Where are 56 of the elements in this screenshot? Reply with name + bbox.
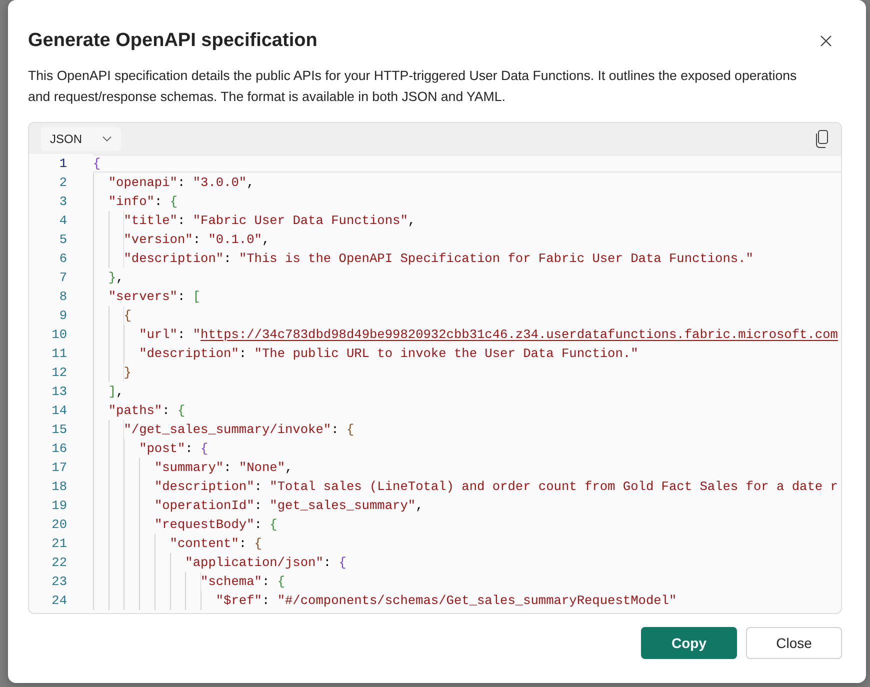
line-number: 4	[59, 213, 67, 228]
line-number: 16	[52, 441, 67, 456]
code-line: {	[93, 155, 101, 173]
line-number: 2	[59, 175, 67, 190]
code-line: "info": {	[93, 192, 178, 211]
code-line: "application/json": {	[93, 553, 346, 572]
code-line: "openapi": "3.0.0",	[93, 173, 254, 192]
line-number: 21	[52, 536, 67, 551]
close-button[interactable]	[819, 34, 833, 48]
line-number: 22	[52, 555, 67, 570]
code-line: "schema": {	[93, 572, 286, 591]
line-number: 19	[52, 498, 67, 513]
line-number: 7	[59, 270, 67, 285]
line-number: 14	[52, 403, 67, 418]
close-action-button[interactable]: Close	[746, 627, 842, 659]
close-icon	[820, 35, 832, 47]
code-line: }	[93, 363, 132, 382]
dialog-description: This OpenAPI specification details the public APIs for your HTTP-triggered User Data Functions. It outlines the exposed operations and request/response schemas. The format is available in both JSON and YAML.	[28, 66, 798, 106]
line-number: 9	[59, 308, 67, 323]
line-number: 8	[59, 289, 67, 304]
line-number: 11	[52, 346, 67, 361]
line-number: 10	[52, 327, 67, 342]
code-line: "content": {	[93, 534, 262, 553]
line-number: 3	[59, 194, 67, 209]
line-number: 24	[52, 593, 67, 608]
dialog-title: Generate OpenAPI specification	[28, 29, 318, 53]
format-dropdown[interactable]: JSON	[41, 126, 122, 150]
line-number: 13	[52, 384, 67, 399]
code-line: "/get_sales_summary/invoke": {	[93, 420, 354, 439]
code-line: "description": "The public URL to invoke the User Data Function."	[93, 344, 638, 363]
code-line: "description": "Total sales (LineTotal) and order count from Gold Fact Sales for a date r	[93, 477, 838, 496]
line-number: 20	[52, 517, 67, 532]
code-line: "post": {	[93, 439, 208, 458]
line-number: 23	[52, 574, 67, 589]
code-line: "$ref": "#/components/schemas/Get_sales_summaryRequestModel"	[93, 591, 677, 610]
code-line: {	[93, 306, 132, 325]
line-number: 5	[59, 232, 67, 247]
copy-icon	[814, 130, 828, 148]
code-line: "summary": "None",	[93, 458, 293, 477]
copy-button[interactable]	[814, 130, 828, 148]
line-number: 15	[52, 422, 67, 437]
code-line: "title": "Fabric User Data Functions",	[93, 211, 416, 230]
line-number: 6	[59, 251, 67, 266]
code-line: "paths": {	[93, 401, 186, 420]
code-line: "version": "0.1.0",	[93, 230, 270, 249]
code-line: "description": "This is the OpenAPI Specification for Fabric User Data Functions."	[93, 249, 754, 268]
code-line: "url": "https://34c783dbd98d49be99820932cbb31c46.z34.userdatafunctions.fabric.microsoft.com	[93, 325, 838, 344]
line-number: 17	[52, 460, 67, 475]
line-number: 1	[59, 156, 67, 171]
code-line: "operationId": "get_sales_summary",	[93, 496, 424, 515]
line-number: 18	[52, 479, 67, 494]
code-line: "servers": [	[93, 287, 201, 306]
chevron-down-icon	[102, 136, 112, 142]
copy-action-button[interactable]: Copy	[641, 627, 737, 659]
code-line: "requestBody": {	[93, 515, 278, 534]
line-number: 12	[52, 365, 67, 380]
